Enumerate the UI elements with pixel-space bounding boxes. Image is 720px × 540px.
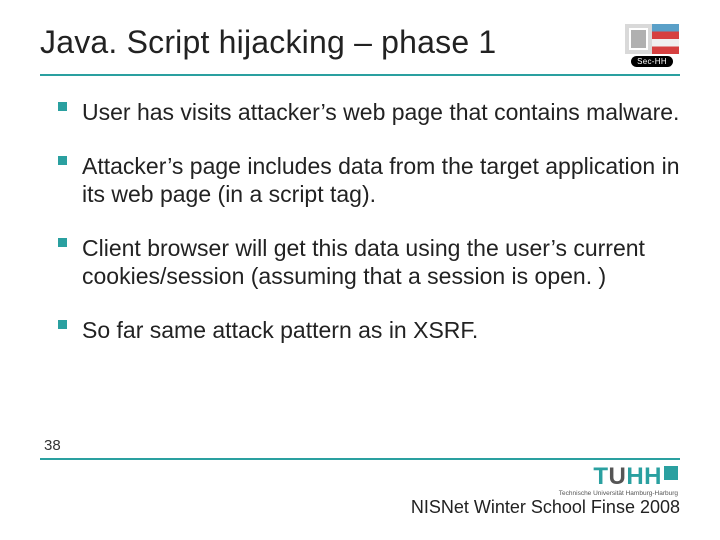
header-row: Java. Script hijacking – phase 1 Sec-HH	[40, 24, 680, 68]
bullet-item: Client browser will get this data using …	[58, 234, 680, 290]
bullet-item: User has visits attacker’s web page that…	[58, 98, 680, 126]
corner-logo: Sec-HH	[624, 24, 680, 68]
bullet-item: Attacker’s page includes data from the t…	[58, 152, 680, 208]
tuhh-u: U	[608, 463, 626, 490]
tuhh-t: T	[593, 463, 608, 490]
footer: 38 TUHH Technische Universität Hamburg-H…	[40, 437, 680, 518]
hamburg-flag-icon	[625, 24, 679, 54]
tuhh-hh: HH	[626, 463, 662, 490]
bullet-item: So far same attack pattern as in XSRF.	[58, 316, 680, 344]
footer-divider	[40, 458, 680, 460]
slide-number: 38	[44, 437, 680, 454]
tuhh-subtitle: Technische Universität Hamburg-Harburg	[559, 490, 678, 497]
sec-hh-badge: Sec-HH	[631, 56, 673, 67]
title-divider	[40, 74, 680, 76]
bullet-list: User has visits attacker’s web page that…	[40, 98, 680, 344]
tuhh-logo: TUHH Technische Universität Hamburg-Harb…	[559, 466, 678, 497]
slide: Java. Script hijacking – phase 1 Sec-HH …	[0, 0, 720, 540]
slide-title: Java. Script hijacking – phase 1	[40, 24, 496, 61]
footer-row: TUHH Technische Universität Hamburg-Harb…	[40, 466, 680, 497]
footer-caption: NISNet Winter School Finse 2008	[40, 497, 680, 518]
square-icon	[664, 466, 678, 480]
tuhh-wordmark: TUHH	[593, 466, 678, 489]
